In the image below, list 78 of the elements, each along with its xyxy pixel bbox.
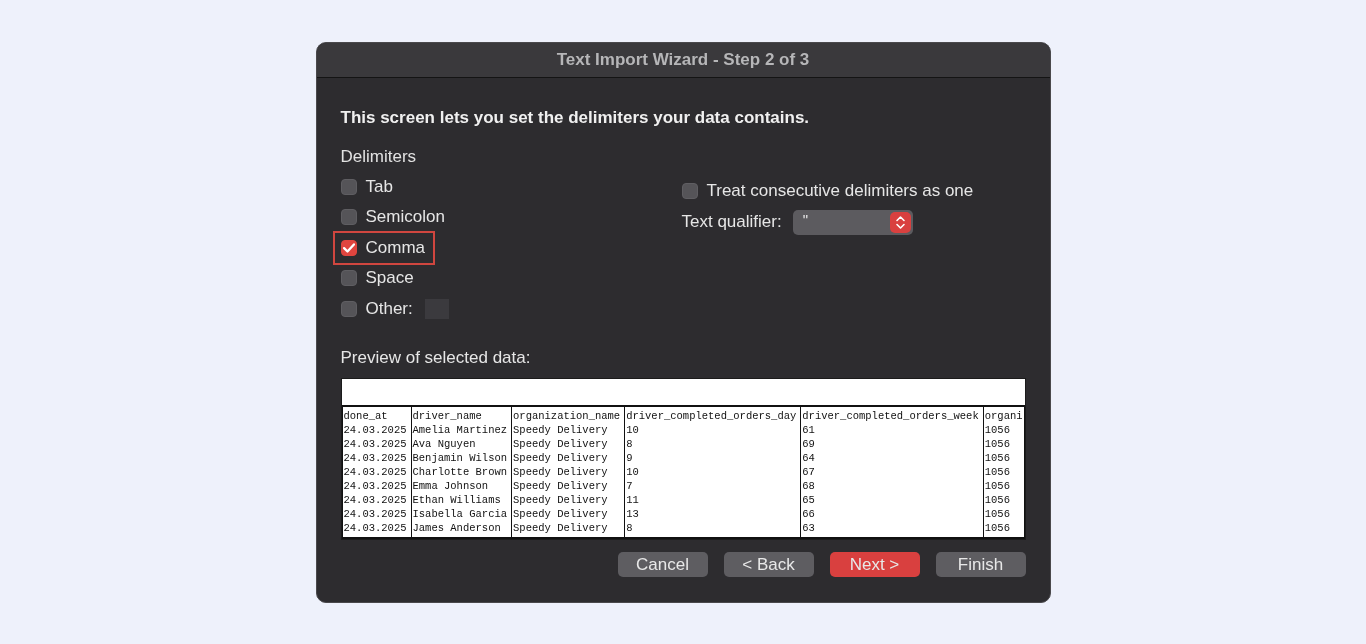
table-cell-text: Ava Nguyen: [411, 437, 477, 451]
table-cell-text: Speedy Delivery: [512, 451, 609, 465]
checkbox[interactable]: [340, 209, 357, 226]
field-label: Text qualifier:: [681, 212, 782, 232]
checkmark-icon: [342, 242, 355, 253]
table-cell-text: Ethan Williams: [411, 493, 502, 507]
table-cell-text: 61: [801, 423, 816, 437]
table-cell-text: 66: [801, 507, 816, 521]
table-cell-text: 69: [801, 437, 816, 451]
wizard-button[interactable]: Finish: [935, 552, 1026, 577]
table-cell: 24.03.2025: [342, 465, 407, 479]
table-cell-text: 1056: [983, 423, 1011, 437]
preview-label: Preview of selected data:: [340, 348, 531, 368]
window-title: Text Import Wizard - Step 2 of 3: [556, 49, 810, 70]
table-cell-text: 8: [625, 437, 634, 451]
section-heading: Delimiters: [340, 146, 417, 167]
wizard-button[interactable]: Next >: [829, 552, 920, 577]
table-cell: Isabella Garcia: [411, 507, 508, 521]
table-cell: 24.03.2025: [342, 507, 407, 521]
wizard-button[interactable]: Cancel: [617, 552, 708, 577]
table-cell: 24.03.2025: [342, 423, 407, 437]
table-cell-text: 9: [625, 451, 634, 465]
column-header: driver_completed_orders_week: [801, 409, 979, 423]
table-cell: 24.03.2025: [342, 437, 407, 451]
table-cell: 24.03.2025: [342, 451, 407, 465]
table-cell-text: Speedy Delivery: [512, 493, 609, 507]
table-cell-text: 11: [625, 493, 640, 507]
table-cell-text: 63: [801, 521, 816, 535]
table-cell: 24.03.2025: [342, 493, 407, 507]
table-cell: 24.03.2025: [342, 479, 407, 493]
table-cell-text: Speedy Delivery: [512, 423, 609, 437]
checkbox-label[interactable]: Other:: [365, 298, 413, 319]
table-cell: Benjamin Wilson: [411, 451, 508, 465]
table-cell: Amelia Martinez: [411, 423, 508, 437]
column-header: organization_name: [512, 409, 621, 423]
table-cell-text: 1056: [983, 451, 1011, 465]
wizard-button[interactable]: < Back: [723, 552, 814, 577]
table-cell-text: 1056: [983, 479, 1011, 493]
checkbox[interactable]: [340, 178, 357, 195]
table-cell-text: 10: [625, 423, 640, 437]
table-cell-text: 7: [625, 479, 634, 493]
table-cell-text: 64: [801, 451, 816, 465]
table-cell-text: Speedy Delivery: [512, 521, 609, 535]
table-cell-text: 1056: [983, 493, 1011, 507]
table-cell-text: Speedy Delivery: [512, 507, 609, 521]
checkbox-label[interactable]: Comma: [365, 237, 425, 258]
table-cell: 24.03.2025: [342, 521, 407, 535]
checkbox-label[interactable]: Semicolon: [365, 207, 445, 228]
table-cell-text: 67: [801, 465, 816, 479]
table-cell-text: 13: [625, 507, 640, 521]
column-header: driver_completed_orders_day: [625, 409, 797, 423]
table-cell-text: Speedy Delivery: [512, 437, 609, 451]
table-cell-text: Speedy Delivery: [512, 479, 609, 493]
table-cell-text: 65: [801, 493, 816, 507]
table-cell-text: 10: [625, 465, 640, 479]
table-cell-text: 1056: [983, 507, 1011, 521]
column-header: driver_name: [411, 409, 483, 423]
column-header: done_at: [342, 409, 389, 423]
table-cell-text: 8: [625, 521, 634, 535]
checkbox-label[interactable]: Treat consecutive delimiters as one: [706, 181, 974, 201]
stepper-icon: [889, 211, 911, 233]
checkbox[interactable]: [340, 270, 357, 287]
instruction-text: This screen lets you set the delimiters your data contains.: [340, 107, 810, 128]
checkbox-label[interactable]: Space: [365, 268, 414, 289]
checkbox[interactable]: [340, 239, 357, 256]
table-cell: Charlotte Brown: [411, 465, 508, 479]
checkbox[interactable]: [340, 300, 357, 317]
table-cell-text: 1056: [983, 521, 1011, 535]
text-qualifier-dropdown[interactable]: ": [792, 209, 913, 235]
column-header: organi: [983, 409, 1024, 423]
table-cell-text: 68: [801, 479, 816, 493]
table-cell-text: 1056: [983, 465, 1011, 479]
table-cell-text: Emma Johnson: [411, 479, 490, 493]
checkbox-label[interactable]: Tab: [365, 176, 393, 197]
checkbox[interactable]: [681, 183, 698, 199]
table-cell-text: James Anderson: [411, 521, 502, 535]
table-cell-text: Speedy Delivery: [512, 465, 609, 479]
table-cell-text: 1056: [983, 437, 1011, 451]
